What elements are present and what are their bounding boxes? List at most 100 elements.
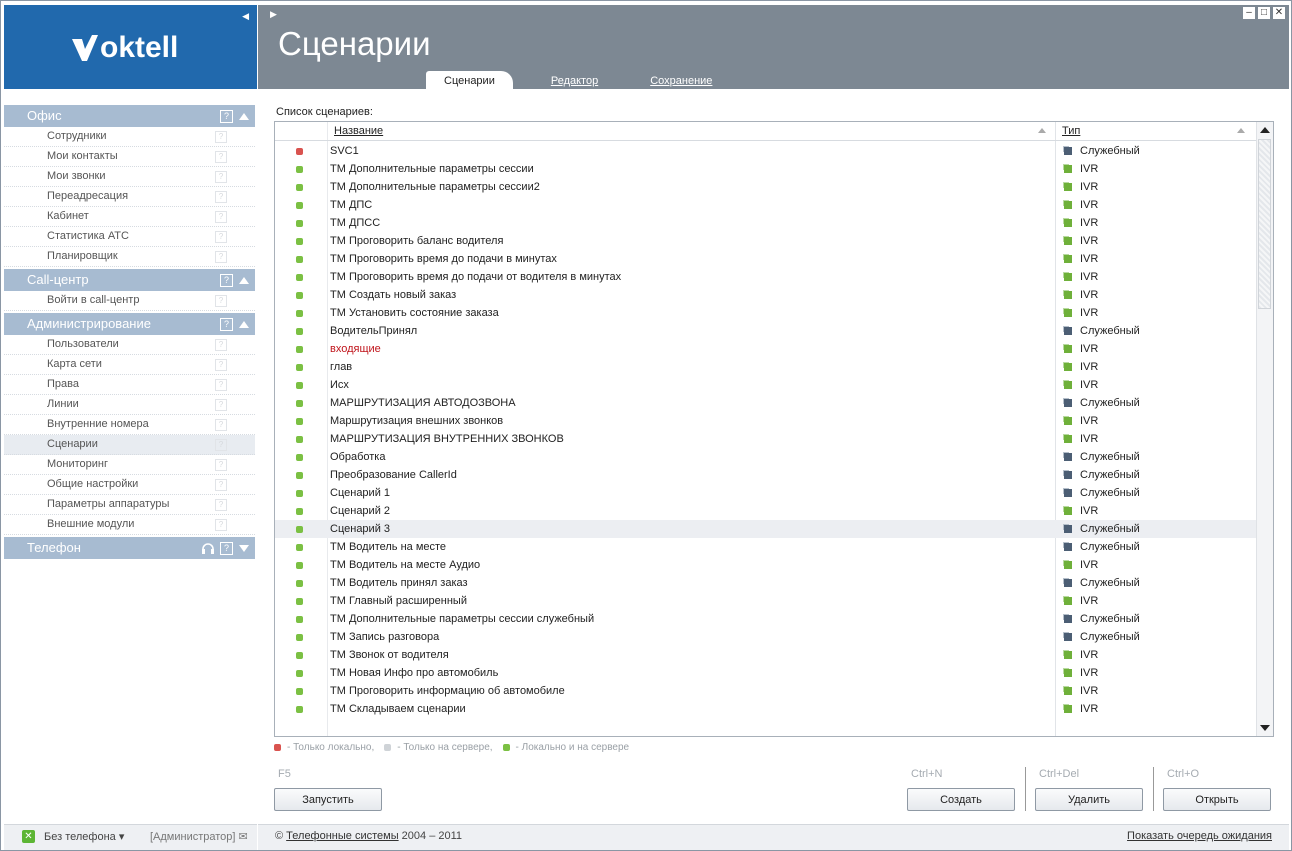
help-icon[interactable]: ?: [215, 499, 227, 511]
scroll-down-icon[interactable]: [1260, 725, 1270, 731]
table-row[interactable]: ТМ Складываем сценарии IVR: [275, 700, 1256, 718]
headset-icon[interactable]: [202, 542, 214, 554]
vertical-scrollbar[interactable]: [1256, 122, 1273, 736]
expand-icon[interactable]: ▶: [270, 9, 277, 20]
open-button[interactable]: Открыть: [1163, 788, 1271, 811]
sidebar-item-external-modules[interactable]: Внешние модули?: [4, 515, 255, 535]
table-row[interactable]: ТМ Запись разговора Служебный: [275, 628, 1256, 646]
current-user[interactable]: [Администратор] ✉: [150, 830, 248, 843]
sidebar-item-my-contacts[interactable]: Мои контакты?: [4, 147, 255, 167]
table-row[interactable]: Сценарий 2 IVR: [275, 502, 1256, 520]
sidebar-item-monitoring[interactable]: Мониторинг?: [4, 455, 255, 475]
table-row[interactable]: ТМ Водитель на месте Служебный: [275, 538, 1256, 556]
expand-group-icon[interactable]: [239, 544, 249, 552]
sidebar-item-network-map[interactable]: Карта сети?: [4, 355, 255, 375]
table-row[interactable]: ВодительПринял Служебный: [275, 322, 1256, 340]
sidebar-item-cabinet[interactable]: Кабинет?: [4, 207, 255, 227]
table-row[interactable]: ТМ Проговорить баланс водителя IVR: [275, 232, 1256, 250]
table-row[interactable]: ТМ Проговорить информацию об автомобиле I…: [275, 682, 1256, 700]
scroll-thumb[interactable]: [1258, 139, 1271, 309]
sort-icon[interactable]: [1237, 128, 1245, 133]
help-icon[interactable]: ?: [215, 519, 227, 531]
help-icon[interactable]: ?: [215, 251, 227, 263]
sidebar-group-callcenter[interactable]: Call-центр ?: [4, 269, 255, 291]
table-row[interactable]: ТМ Главный расширенный IVR: [275, 592, 1256, 610]
table-row[interactable]: МАРШРУТИЗАЦИЯ ВНУТРЕННИХ ЗВОНКОВ IVR: [275, 430, 1256, 448]
create-button[interactable]: Создать: [907, 788, 1015, 811]
collapse-group-icon[interactable]: [239, 276, 249, 284]
help-icon[interactable]: ?: [215, 439, 227, 451]
phone-status-icon[interactable]: ✕: [22, 830, 35, 843]
table-row[interactable]: Сценарий 3 Служебный: [275, 520, 1256, 538]
sidebar-item-my-calls[interactable]: Мои звонки?: [4, 167, 255, 187]
table-row[interactable]: ТМ ДПСС IVR: [275, 214, 1256, 232]
help-icon[interactable]: ?: [220, 317, 233, 331]
close-icon[interactable]: ✕: [1273, 7, 1285, 19]
phone-selector[interactable]: Без телефона ▾: [44, 830, 124, 843]
help-icon[interactable]: ?: [215, 339, 227, 351]
help-icon[interactable]: ?: [215, 359, 227, 371]
table-row[interactable]: Сценарий 1 Служебный: [275, 484, 1256, 502]
help-icon[interactable]: ?: [215, 151, 227, 163]
delete-button[interactable]: Удалить: [1035, 788, 1143, 811]
sidebar-item-hardware-params[interactable]: Параметры аппаратуры?: [4, 495, 255, 515]
help-icon[interactable]: ?: [215, 131, 227, 143]
sidebar-item-rights[interactable]: Права?: [4, 375, 255, 395]
table-row[interactable]: ТМ Водитель принял заказ Служебный: [275, 574, 1256, 592]
help-icon[interactable]: ?: [215, 231, 227, 243]
column-header-name[interactable]: Название: [334, 125, 383, 137]
table-row[interactable]: Преобразование CallerId Служебный: [275, 466, 1256, 484]
table-row[interactable]: SVC1 Служебный: [275, 142, 1256, 160]
help-icon[interactable]: ?: [215, 479, 227, 491]
minimize-icon[interactable]: –: [1243, 7, 1255, 19]
table-row[interactable]: ТМ Дополнительные параметры сессии2 IVR: [275, 178, 1256, 196]
table-row[interactable]: ТМ Проговорить время до подачи от водите…: [275, 268, 1256, 286]
table-row[interactable]: ТМ Создать новый заказ IVR: [275, 286, 1256, 304]
sidebar-item-forwarding[interactable]: Переадресация?: [4, 187, 255, 207]
help-icon[interactable]: ?: [215, 171, 227, 183]
show-queue-link[interactable]: Показать очередь ожидания: [1127, 830, 1272, 842]
table-row[interactable]: ТМ Звонок от водителя IVR: [275, 646, 1256, 664]
mail-icon[interactable]: ✉: [239, 831, 248, 843]
help-icon[interactable]: ?: [215, 419, 227, 431]
sidebar-item-pbx-stats[interactable]: Статистика АТС?: [4, 227, 255, 247]
sidebar-group-phone[interactable]: Телефон ?: [4, 537, 255, 559]
collapse-group-icon[interactable]: [239, 320, 249, 328]
sidebar-item-scenarios[interactable]: Сценарии?: [4, 435, 255, 455]
help-icon[interactable]: ?: [215, 295, 227, 307]
table-row[interactable]: Исх IVR: [275, 376, 1256, 394]
table-row[interactable]: ТМ Дополнительные параметры сессии служе…: [275, 610, 1256, 628]
table-row[interactable]: Обработка Служебный: [275, 448, 1256, 466]
collapse-sidebar-icon[interactable]: ◀: [242, 11, 249, 22]
company-link[interactable]: Телефонные системы: [286, 830, 398, 842]
help-icon[interactable]: ?: [215, 379, 227, 391]
tab-saving[interactable]: Сохранение: [636, 71, 726, 89]
table-row[interactable]: ТМ ДПС IVR: [275, 196, 1256, 214]
sort-icon[interactable]: [1038, 128, 1046, 133]
collapse-group-icon[interactable]: [239, 112, 249, 120]
table-row[interactable]: ТМ Установить состояние заказа IVR: [275, 304, 1256, 322]
column-header-type[interactable]: Тип: [1062, 125, 1080, 137]
sidebar-group-office[interactable]: Офис ?: [4, 105, 255, 127]
sidebar-item-enter-callcenter[interactable]: Войти в call-центр?: [4, 291, 255, 311]
table-row[interactable]: ТМ Новая Инфо про автомобиль IVR: [275, 664, 1256, 682]
run-button[interactable]: Запустить: [274, 788, 382, 811]
help-icon[interactable]: ?: [220, 109, 233, 123]
help-icon[interactable]: ?: [220, 541, 233, 555]
table-row[interactable]: ТМ Проговорить время до подачи в минутах…: [275, 250, 1256, 268]
table-row[interactable]: входящие IVR: [275, 340, 1256, 358]
help-icon[interactable]: ?: [215, 399, 227, 411]
scroll-up-icon[interactable]: [1260, 127, 1270, 133]
tab-scenarios[interactable]: Сценарии: [426, 71, 513, 89]
sidebar-item-scheduler[interactable]: Планировщик?: [4, 247, 255, 267]
help-icon[interactable]: ?: [215, 211, 227, 223]
sidebar-item-general-settings[interactable]: Общие настройки?: [4, 475, 255, 495]
tab-editor[interactable]: Редактор: [537, 71, 612, 89]
table-row[interactable]: ТМ Водитель на месте Аудио IVR: [275, 556, 1256, 574]
table-row[interactable]: Маршрутизация внешних звонков IVR: [275, 412, 1256, 430]
sidebar-group-admin[interactable]: Администрирование ?: [4, 313, 255, 335]
help-icon[interactable]: ?: [215, 459, 227, 471]
table-row[interactable]: глав IVR: [275, 358, 1256, 376]
help-icon[interactable]: ?: [220, 273, 233, 287]
help-icon[interactable]: ?: [215, 191, 227, 203]
